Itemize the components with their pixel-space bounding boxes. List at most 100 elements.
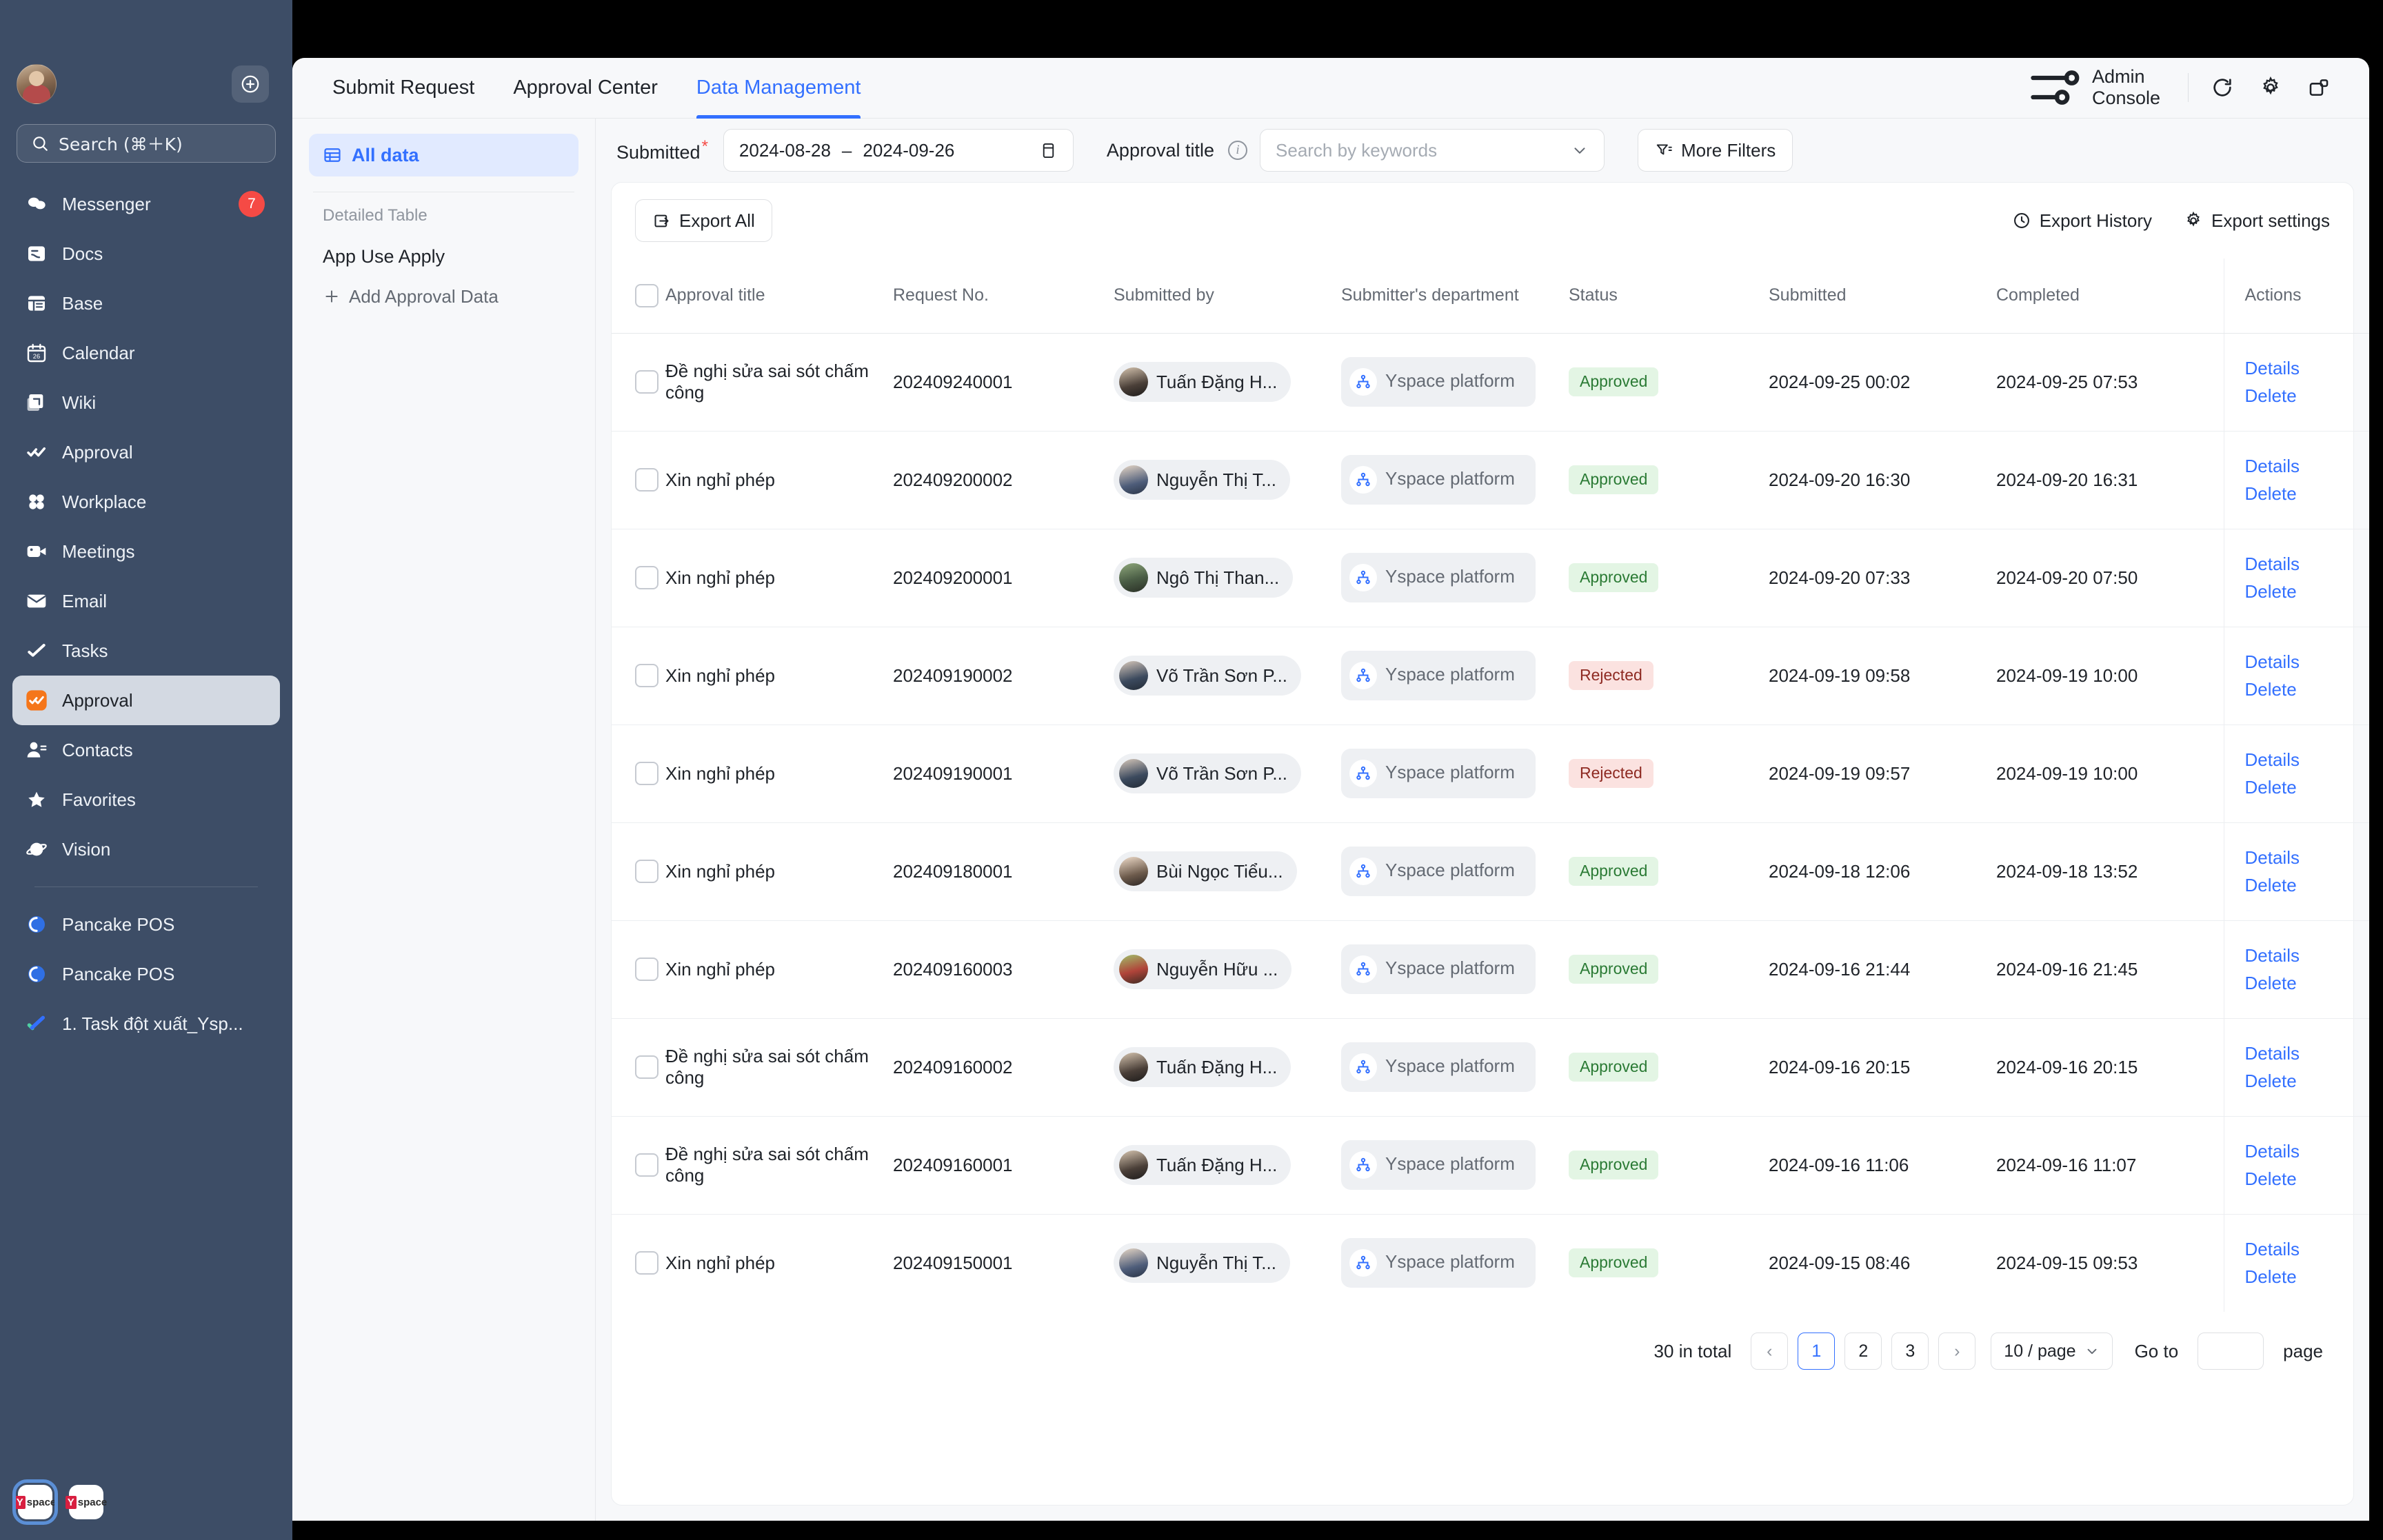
user-chip[interactable]: Tuấn Đặng H...	[1114, 1047, 1291, 1087]
next-page-button[interactable]: ›	[1938, 1333, 1976, 1370]
table-row[interactable]: Đề nghị sửa sai sót chấm công 20240916000…	[612, 1116, 2370, 1215]
export-all-button[interactable]: Export All	[635, 199, 772, 242]
column-request-no[interactable]: Request No.	[893, 259, 1114, 334]
prev-page-button[interactable]: ‹	[1751, 1333, 1789, 1370]
column-completed[interactable]: Completed	[1996, 259, 2224, 334]
sidebar-item-meetings[interactable]: Meetings	[12, 527, 280, 576]
sidebar-item-wiki[interactable]: Wiki	[12, 378, 280, 427]
sidebar-item-docs[interactable]: Docs	[12, 229, 280, 278]
row-checkbox[interactable]	[635, 566, 658, 589]
date-range-input[interactable]: 2024-08-28 – 2024-09-26	[723, 129, 1074, 172]
column-submitter-department[interactable]: Submitter's department	[1341, 259, 1569, 334]
sidebar-item-calendar[interactable]: 26 Calendar	[12, 328, 280, 378]
delete-link[interactable]: Delete	[2245, 1165, 2370, 1193]
department-chip[interactable]: Yspace platform	[1341, 847, 1536, 896]
user-avatar[interactable]	[17, 64, 57, 104]
user-chip[interactable]: Võ Trần Sơn P...	[1114, 656, 1302, 696]
row-checkbox[interactable]	[635, 958, 658, 981]
add-button[interactable]	[232, 65, 269, 103]
goto-page-input[interactable]	[2198, 1333, 2264, 1370]
row-checkbox[interactable]	[635, 468, 658, 492]
delete-link[interactable]: Delete	[2245, 382, 2370, 409]
sidebar-item-favorites[interactable]: Favorites	[12, 775, 280, 824]
add-approval-data-button[interactable]: Add Approval Data	[309, 276, 579, 316]
column-submitted-by[interactable]: Submitted by	[1114, 259, 1341, 334]
sidebar-item-approval[interactable]: Approval	[12, 427, 280, 477]
details-link[interactable]: Details	[2245, 452, 2370, 480]
export-history-button[interactable]: Export History	[2012, 210, 2152, 232]
column-status[interactable]: Status	[1569, 259, 1769, 334]
page-button-3[interactable]: 3	[1891, 1333, 1929, 1370]
sidebar-item-approval-app[interactable]: Approval	[12, 676, 280, 725]
details-link[interactable]: Details	[2245, 1235, 2370, 1263]
department-chip[interactable]: Yspace platform	[1341, 651, 1536, 700]
open-in-new-button[interactable]	[2295, 66, 2343, 109]
table-row[interactable]: Đề nghị sửa sai sót chấm công 20240924000…	[612, 333, 2370, 432]
column-submitted[interactable]: Submitted	[1769, 259, 1996, 334]
row-checkbox[interactable]	[635, 1251, 658, 1275]
row-checkbox[interactable]	[635, 664, 658, 687]
table-row[interactable]: Xin nghỉ phép 202409200001 Ngô Thị Than...…	[612, 529, 2369, 627]
details-link[interactable]: Details	[2245, 1040, 2370, 1067]
sidebar-item-vision[interactable]: Vision	[12, 824, 280, 874]
department-chip[interactable]: Yspace platform	[1341, 1238, 1536, 1288]
row-checkbox[interactable]	[635, 762, 658, 785]
more-filters-button[interactable]: More Filters	[1638, 129, 1793, 172]
user-chip[interactable]: Bùi Ngọc Tiểu...	[1114, 851, 1297, 891]
details-link[interactable]: Details	[2245, 648, 2370, 676]
user-chip[interactable]: Tuấn Đặng H...	[1114, 362, 1291, 402]
table-row[interactable]: Xin nghỉ phép 202409150001 Nguyễn Thị T...…	[612, 1214, 2369, 1312]
department-chip[interactable]: Yspace platform	[1341, 944, 1536, 994]
column-approval-title[interactable]: Approval title	[665, 259, 893, 334]
delete-link[interactable]: Delete	[2245, 676, 2370, 703]
table-row[interactable]: Đề nghị sửa sai sót chấm công 20240916000…	[612, 1018, 2370, 1117]
details-link[interactable]: Details	[2245, 942, 2370, 969]
tab-submit-request[interactable]: Submit Request	[313, 58, 494, 119]
row-checkbox[interactable]	[635, 1055, 658, 1079]
user-chip[interactable]: Tuấn Đặng H...	[1114, 1145, 1291, 1185]
select-all-checkbox[interactable]	[635, 283, 658, 307]
user-chip[interactable]: Võ Trần Sơn P...	[1114, 753, 1302, 793]
page-size-select[interactable]: 10 / page	[1991, 1333, 2113, 1370]
details-link[interactable]: Details	[2245, 746, 2370, 773]
delete-link[interactable]: Delete	[2245, 1067, 2370, 1095]
sidebar-item-task[interactable]: 1. Task đột xuất_Ysp...	[12, 999, 280, 1048]
user-chip[interactable]: Nguyễn Hữu ...	[1114, 949, 1292, 989]
department-chip[interactable]: Yspace platform	[1341, 1042, 1536, 1092]
settings-button[interactable]	[2246, 66, 2295, 109]
export-settings-button[interactable]: Export settings	[2184, 210, 2330, 232]
tab-data-management[interactable]: Data Management	[677, 58, 881, 119]
table-row[interactable]: Xin nghỉ phép 202409190001 Võ Trần Sơn P..…	[612, 725, 2370, 823]
department-chip[interactable]: Yspace platform	[1341, 455, 1536, 505]
sidebar-item-contacts[interactable]: Contacts	[12, 725, 280, 775]
page-button-1[interactable]: 1	[1798, 1333, 1836, 1370]
sidebar-item-pancake-pos-1[interactable]: Pancake POS	[12, 900, 280, 949]
user-chip[interactable]: Ngô Thị Than...	[1114, 558, 1294, 598]
page-button-2[interactable]: 2	[1844, 1333, 1882, 1370]
user-chip[interactable]: Nguyễn Thị T...	[1114, 460, 1290, 500]
sidebar-item-pancake-pos-2[interactable]: Pancake POS	[12, 949, 280, 999]
table-row[interactable]: Xin nghỉ phép 202409180001 Bùi Ngọc Tiểu..…	[612, 822, 2370, 921]
table-row[interactable]: Xin nghỉ phép 202409190002 Võ Trần Sơn P..…	[612, 627, 2369, 725]
sidebar-item-email[interactable]: Email	[12, 576, 280, 626]
table-row[interactable]: Xin nghỉ phép 202409200002 Nguyễn Thị T...…	[612, 431, 2369, 529]
row-checkbox[interactable]	[635, 1153, 658, 1177]
subnav-item-app-use-apply[interactable]: App Use Apply	[309, 236, 579, 276]
search-input[interactable]: Search (⌘＋K)	[17, 124, 276, 163]
delete-link[interactable]: Delete	[2245, 871, 2370, 899]
tab-approval-center[interactable]: Approval Center	[494, 58, 677, 119]
delete-link[interactable]: Delete	[2245, 480, 2370, 507]
details-link[interactable]: Details	[2245, 844, 2370, 871]
table-row[interactable]: Xin nghỉ phép 202409160003 Nguyễn Hữu ... Y…	[612, 920, 2370, 1019]
sidebar-item-messenger[interactable]: Messenger 7	[12, 179, 280, 229]
admin-console-button[interactable]: Admin Console	[2026, 59, 2160, 116]
row-checkbox[interactable]	[635, 860, 658, 883]
delete-link[interactable]: Delete	[2245, 969, 2370, 997]
sidebar-item-base[interactable]: Base	[12, 278, 280, 328]
user-chip[interactable]: Nguyễn Thị T...	[1114, 1243, 1290, 1284]
sidebar-item-tasks[interactable]: Tasks	[12, 626, 280, 676]
details-link[interactable]: Details	[2245, 550, 2370, 578]
delete-link[interactable]: Delete	[2245, 773, 2370, 801]
department-chip[interactable]: Yspace platform	[1341, 357, 1536, 407]
details-link[interactable]: Details	[2245, 1137, 2370, 1165]
